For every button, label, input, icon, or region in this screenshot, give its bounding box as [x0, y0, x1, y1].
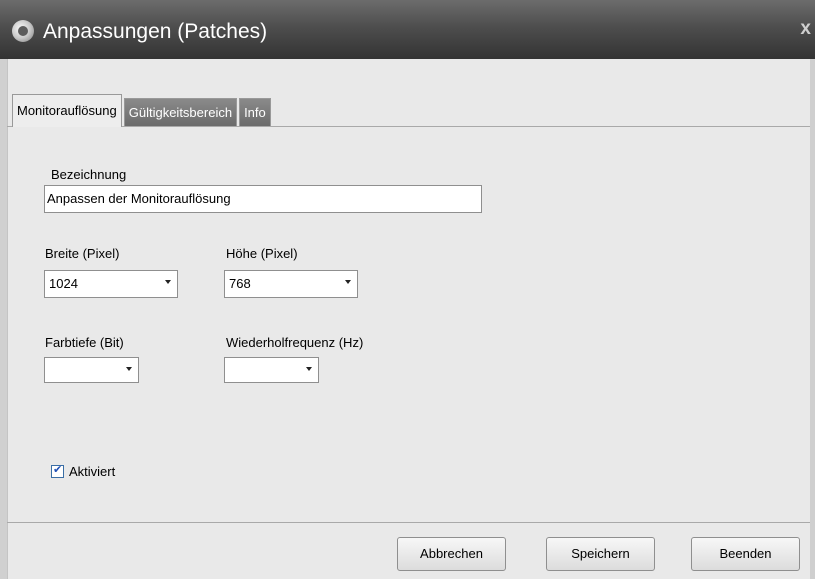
- app-logo-icon: [12, 20, 34, 42]
- breite-select[interactable]: 1024: [44, 270, 178, 298]
- chevron-down-icon: [126, 367, 132, 371]
- cancel-button[interactable]: Abbrechen: [397, 537, 506, 571]
- hoehe-label: Höhe (Pixel): [226, 246, 298, 261]
- chevron-down-icon: [165, 280, 171, 284]
- bezeichnung-label: Bezeichnung: [51, 167, 127, 182]
- footer-separator: [7, 522, 810, 523]
- window-frame-left: [0, 59, 8, 579]
- wiederholfrequenz-select[interactable]: [224, 357, 319, 383]
- breite-value: 1024: [49, 276, 78, 291]
- breite-label: Breite (Pixel): [45, 246, 120, 261]
- bezeichnung-input[interactable]: Anpassen der Monitorauflösung: [44, 185, 482, 213]
- tab-gueltigkeitsbereich[interactable]: Gültigkeitsbereich: [123, 98, 238, 127]
- exit-button[interactable]: Beenden: [691, 537, 800, 571]
- tab-monitoraufloesung[interactable]: Monitorauflösung: [12, 94, 122, 127]
- tab-panel-border: [7, 126, 810, 127]
- window-title: Anpassungen (Patches): [43, 20, 268, 43]
- tab-info[interactable]: Info: [239, 98, 271, 127]
- aktiviert-label: Aktiviert: [69, 464, 116, 479]
- hoehe-value: 768: [229, 276, 251, 291]
- title-bar: Anpassungen (Patches) x: [0, 0, 815, 59]
- wiederholfrequenz-label: Wiederholfrequenz (Hz): [226, 335, 364, 350]
- close-icon[interactable]: x: [800, 18, 811, 40]
- chevron-down-icon: [306, 367, 312, 371]
- farbtiefe-label: Farbtiefe (Bit): [45, 335, 124, 350]
- tab-strip: Monitorauflösung Gültigkeitsbereich Info: [12, 94, 273, 127]
- aktiviert-checkbox[interactable]: [51, 463, 64, 478]
- save-button[interactable]: Speichern: [546, 537, 655, 571]
- farbtiefe-select[interactable]: [44, 357, 139, 383]
- window-frame-right: [810, 59, 815, 579]
- chevron-down-icon: [345, 280, 351, 284]
- hoehe-select[interactable]: 768: [224, 270, 358, 298]
